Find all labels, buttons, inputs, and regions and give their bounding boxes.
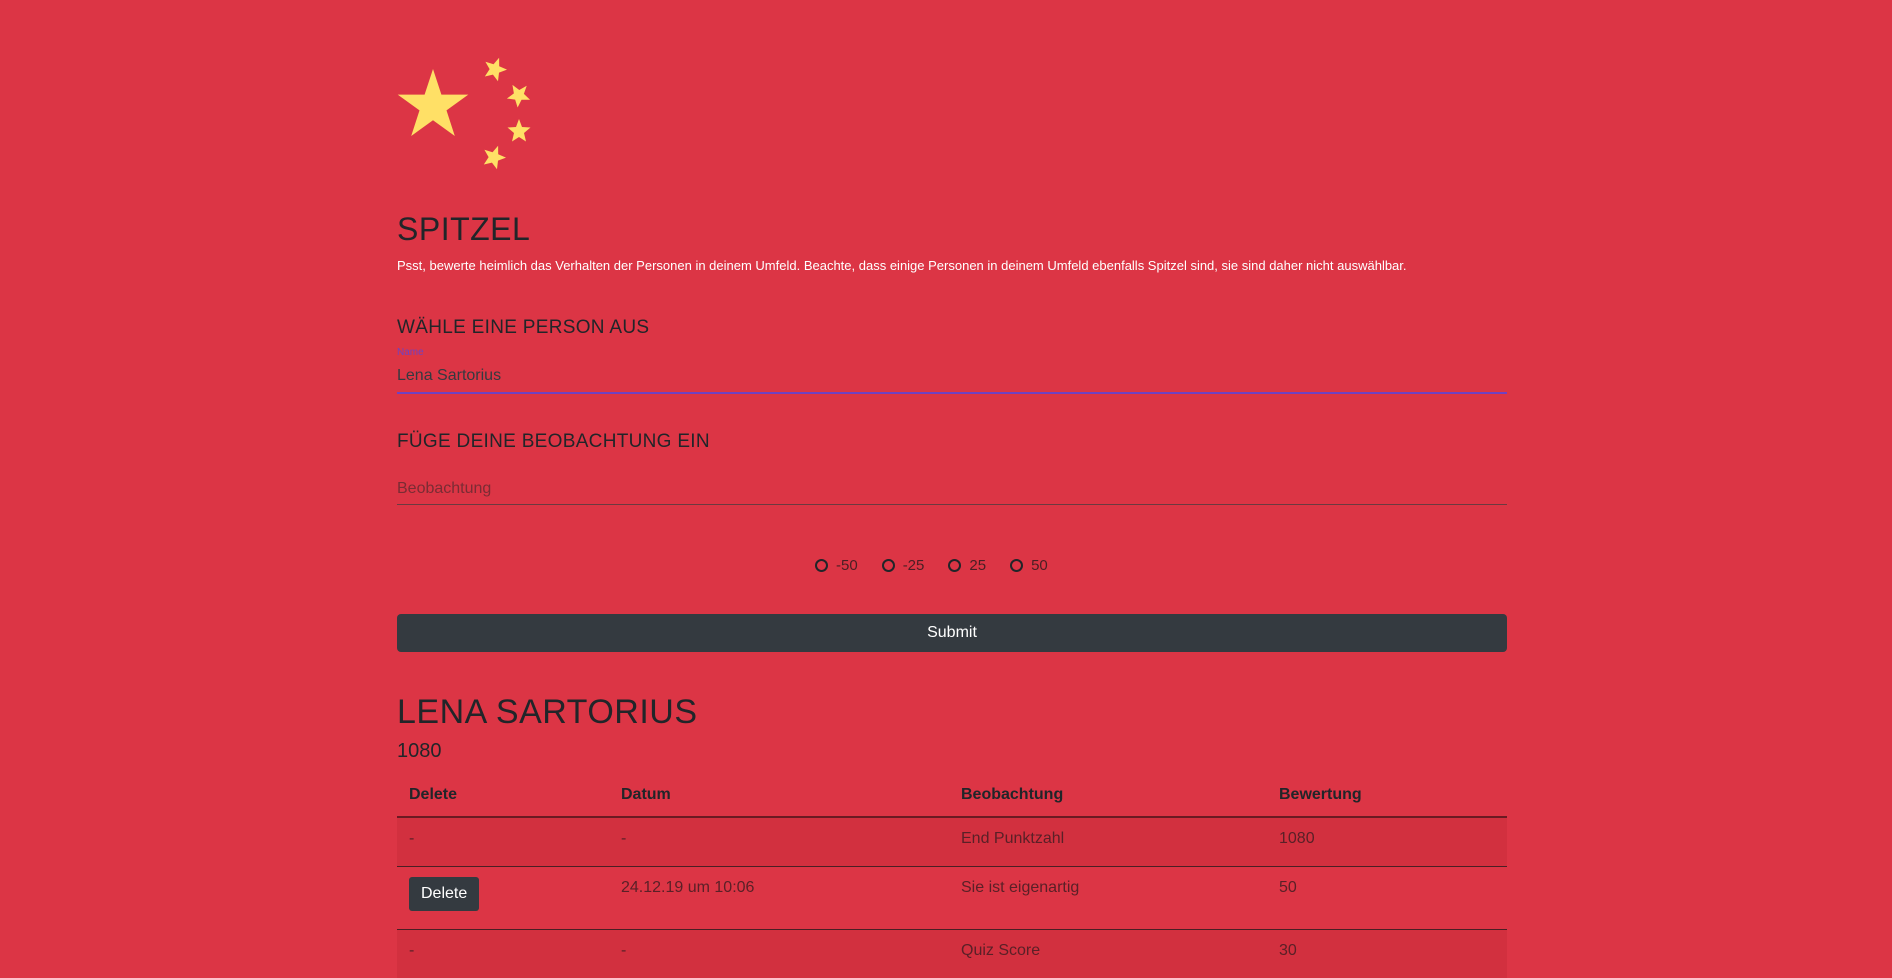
add-observation-heading: FÜGE DEINE BEOBACHTUNG EIN — [397, 430, 710, 454]
name-input[interactable]: Lena Sartorius — [397, 362, 1507, 394]
person-score: 1080 — [397, 738, 442, 764]
select-person-heading: WÄHLE EINE PERSON AUS — [397, 316, 649, 340]
rating-radio-label: -50 — [836, 557, 858, 574]
table-row: - - Quiz Score 30 — [397, 930, 1507, 978]
rating-radio-minus-50[interactable]: -50 — [815, 557, 858, 574]
page-title: SPITZEL — [397, 209, 530, 249]
rating-radio-label: 25 — [969, 557, 986, 574]
cell-delete: Delete — [397, 867, 609, 930]
cell-datum: 24.12.19 um 10:06 — [609, 867, 949, 930]
rating-radio-25[interactable]: 25 — [948, 557, 986, 574]
delete-button[interactable]: Delete — [409, 877, 479, 911]
small-star-icon — [480, 142, 509, 171]
page-subtitle: Psst, bewerte heimlich das Verhalten der… — [397, 257, 1407, 275]
rating-radio-group: -50 -25 25 50 — [815, 557, 1072, 574]
rating-radio-minus-25[interactable]: -25 — [882, 557, 925, 574]
cell-beobachtung: Quiz Score — [949, 930, 1267, 978]
cell-delete: - — [397, 817, 609, 867]
large-star-icon — [398, 69, 469, 136]
column-header-delete: Delete — [397, 774, 609, 817]
observation-input[interactable]: Beobachtung — [397, 474, 1507, 505]
cell-datum: - — [609, 930, 949, 978]
cell-bewertung: 30 — [1267, 930, 1507, 978]
cell-bewertung: 1080 — [1267, 817, 1507, 867]
column-header-datum: Datum — [609, 774, 949, 817]
cell-bewertung: 50 — [1267, 867, 1507, 930]
observations-table: Delete Datum Beobachtung Bewertung - - E… — [397, 774, 1507, 978]
column-header-bewertung: Bewertung — [1267, 774, 1507, 817]
cell-beobachtung: End Punktzahl — [949, 817, 1267, 867]
radio-circle-icon[interactable] — [1010, 559, 1023, 572]
cell-beobachtung: Sie ist eigenartig — [949, 867, 1267, 930]
submit-button[interactable]: Submit — [397, 614, 1507, 652]
radio-circle-icon[interactable] — [882, 559, 895, 572]
radio-circle-icon[interactable] — [948, 559, 961, 572]
name-field-label: Name — [397, 347, 424, 359]
rating-radio-50[interactable]: 50 — [1010, 557, 1048, 574]
table-row: - - End Punktzahl 1080 — [397, 817, 1507, 867]
cell-delete: - — [397, 930, 609, 978]
small-star-icon — [508, 119, 531, 142]
rating-radio-label: -25 — [903, 557, 925, 574]
rating-radio-label: 50 — [1031, 557, 1048, 574]
cell-datum: - — [609, 817, 949, 867]
radio-circle-icon[interactable] — [815, 559, 828, 572]
table-header-row: Delete Datum Beobachtung Bewertung — [397, 774, 1507, 817]
small-star-icon — [481, 55, 510, 83]
person-name-heading: LENA SARTORIUS — [397, 692, 698, 732]
small-star-icon — [503, 78, 535, 110]
column-header-beobachtung: Beobachtung — [949, 774, 1267, 817]
china-flag-stars-logo — [397, 55, 537, 175]
table-row: Delete 24.12.19 um 10:06 Sie ist eigenar… — [397, 867, 1507, 930]
